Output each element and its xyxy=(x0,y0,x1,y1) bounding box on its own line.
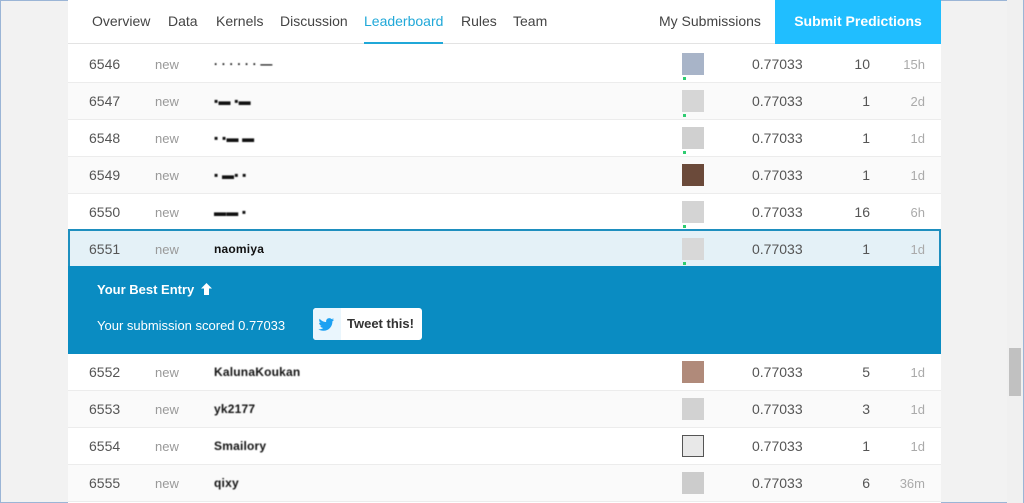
score: 0.77033 xyxy=(752,167,803,183)
tab-leaderboard[interactable]: Leaderboard xyxy=(364,0,444,44)
best-entry-heading: Your Best Entry xyxy=(97,282,212,298)
rank: 6546 xyxy=(89,56,121,72)
avatar[interactable] xyxy=(682,201,704,228)
competition-nav: Overview Data Kernels Discussion Leaderb… xyxy=(68,0,941,44)
last-submission: 1d xyxy=(910,365,925,380)
rank: 6555 xyxy=(89,475,121,491)
avatar[interactable] xyxy=(682,90,704,117)
entries: 1 xyxy=(862,93,870,109)
entries: 1 xyxy=(862,438,870,454)
tab-overview[interactable]: Overview xyxy=(92,0,150,44)
entries: 16 xyxy=(854,204,870,220)
rank-change: new xyxy=(155,476,179,491)
entries: 3 xyxy=(862,401,870,417)
rank: 6549 xyxy=(89,167,121,183)
avatar[interactable] xyxy=(682,472,704,494)
rank-change: new xyxy=(155,131,179,146)
last-submission: 6h xyxy=(910,205,925,220)
twitter-bird-icon xyxy=(313,308,341,340)
entries: 1 xyxy=(862,241,870,257)
entries: 1 xyxy=(862,167,870,183)
last-submission: 1d xyxy=(910,402,925,417)
submit-predictions-button[interactable]: Submit Predictions xyxy=(775,0,941,44)
avatar[interactable] xyxy=(682,238,704,265)
leaderboard-row[interactable]: 6547 new ▪▬ ▪▬ 0.77033 1 2d xyxy=(68,83,941,120)
team-name[interactable]: ▪▬ ▪▬ xyxy=(214,83,251,120)
team-name[interactable]: naomiya xyxy=(214,231,264,268)
rank-change: new xyxy=(155,205,179,220)
team-name[interactable]: KalunaKoukan xyxy=(214,354,300,391)
leaderboard-row[interactable]: 6552 new KalunaKoukan 0.77033 5 1d xyxy=(68,354,941,391)
score: 0.77033 xyxy=(752,241,803,257)
last-submission: 36m xyxy=(899,476,925,491)
tab-discussion[interactable]: Discussion xyxy=(280,0,348,44)
rank-change: new xyxy=(155,439,179,454)
team-name[interactable]: ▬▬ ▪ xyxy=(214,194,246,231)
rank-change: new xyxy=(155,242,179,257)
score: 0.77033 xyxy=(752,130,803,146)
rank: 6554 xyxy=(89,438,121,454)
last-submission: 1d xyxy=(910,168,925,183)
last-submission: 1d xyxy=(910,131,925,146)
tab-kernels[interactable]: Kernels xyxy=(216,0,263,44)
last-submission: 15h xyxy=(903,57,925,72)
rank-change: new xyxy=(155,57,179,72)
leaderboard-row[interactable]: 6548 new ▪ ▪▬ ▬ 0.77033 1 1d xyxy=(68,120,941,157)
submission-score-text: Your submission scored 0.77033 xyxy=(97,318,286,333)
rank: 6551 xyxy=(89,241,121,257)
avatar[interactable] xyxy=(682,398,704,420)
tweet-button[interactable]: Tweet this! xyxy=(313,308,422,340)
entries: 6 xyxy=(862,475,870,491)
tab-rules[interactable]: Rules xyxy=(461,0,497,44)
leaderboard-card: Overview Data Kernels Discussion Leaderb… xyxy=(68,0,941,503)
best-entry-banner: Your Best Entry Your submission scored 0… xyxy=(68,266,941,354)
entries: 1 xyxy=(862,130,870,146)
team-name[interactable]: ▪ ▪▬ ▬ xyxy=(214,120,254,157)
my-submissions-link[interactable]: My Submissions xyxy=(659,0,761,44)
rank: 6548 xyxy=(89,130,121,146)
score: 0.77033 xyxy=(752,204,803,220)
score: 0.77033 xyxy=(752,438,803,454)
last-submission: 1d xyxy=(910,439,925,454)
avatar[interactable] xyxy=(682,53,704,80)
rank: 6553 xyxy=(89,401,121,417)
rank: 6547 xyxy=(89,93,121,109)
rank: 6552 xyxy=(89,364,121,380)
tab-data[interactable]: Data xyxy=(168,0,198,44)
last-submission: 2d xyxy=(910,94,925,109)
team-name[interactable]: Smailory xyxy=(214,428,266,465)
entries: 10 xyxy=(854,56,870,72)
score: 0.77033 xyxy=(752,475,803,491)
score: 0.77033 xyxy=(752,364,803,380)
avatar[interactable] xyxy=(682,435,704,457)
my-leaderboard-row[interactable]: 6551 new naomiya 0.77033 1 1d xyxy=(68,229,941,268)
rank: 6550 xyxy=(89,204,121,220)
avatar[interactable] xyxy=(682,164,704,186)
score: 0.77033 xyxy=(752,56,803,72)
rank-change: new xyxy=(155,402,179,417)
entries: 5 xyxy=(862,364,870,380)
tab-team[interactable]: Team xyxy=(513,0,547,44)
team-name[interactable]: qixy xyxy=(214,465,239,502)
team-name[interactable]: · · · · · · — xyxy=(214,46,273,83)
leaderboard-row[interactable]: 6550 new ▬▬ ▪ 0.77033 16 6h xyxy=(68,194,941,231)
rank-change: new xyxy=(155,168,179,183)
team-name[interactable]: yk2177 xyxy=(214,391,255,428)
team-name[interactable]: ▪ ▬▪ ▪ xyxy=(214,157,247,194)
last-submission: 1d xyxy=(910,242,925,257)
score: 0.77033 xyxy=(752,401,803,417)
leaderboard-row[interactable]: 6546 new · · · · · · — 0.77033 10 15h xyxy=(68,46,941,83)
avatar[interactable] xyxy=(682,127,704,154)
scrollbar-thumb[interactable] xyxy=(1009,348,1021,396)
vertical-scrollbar[interactable] xyxy=(1007,0,1023,503)
arrow-up-icon xyxy=(200,283,212,298)
rank-change: new xyxy=(155,94,179,109)
leaderboard-row[interactable]: 6553 new yk2177 0.77033 3 1d xyxy=(68,391,941,428)
leaderboard-row[interactable]: 6555 new qixy 0.77033 6 36m xyxy=(68,465,941,502)
leaderboard-row[interactable]: 6549 new ▪ ▬▪ ▪ 0.77033 1 1d xyxy=(68,157,941,194)
score: 0.77033 xyxy=(752,93,803,109)
rank-change: new xyxy=(155,365,179,380)
leaderboard-row[interactable]: 6554 new Smailory 0.77033 1 1d xyxy=(68,428,941,465)
avatar[interactable] xyxy=(682,361,704,383)
